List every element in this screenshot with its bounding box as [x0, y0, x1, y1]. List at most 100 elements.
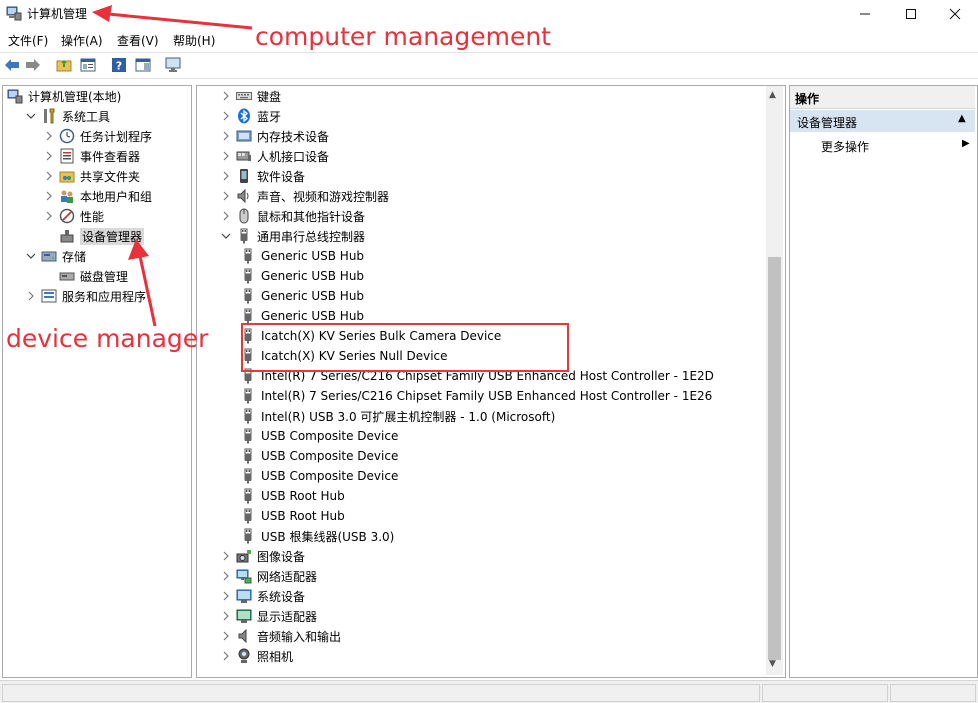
- device-category[interactable]: 照相机: [220, 646, 293, 666]
- nav-tree-item[interactable]: 性能: [43, 206, 104, 226]
- chevron-right-icon[interactable]: [220, 630, 232, 642]
- device-category[interactable]: 蓝牙: [220, 106, 281, 126]
- device-category[interactable]: 系统设备: [220, 586, 305, 606]
- forward-arrow-icon[interactable]: [24, 56, 42, 74]
- nav-tree-item[interactable]: 本地用户和组: [43, 186, 152, 206]
- device-label: USB Composite Device: [261, 429, 399, 443]
- nav-tree-item[interactable]: 系统工具: [25, 106, 110, 126]
- shared-folder-icon: [59, 168, 75, 184]
- device-item[interactable]: Generic USB Hub: [240, 266, 364, 286]
- chevron-right-icon[interactable]: [220, 130, 232, 142]
- annotation-device-manager: device manager: [6, 324, 209, 353]
- device-label: 鼠标和其他指针设备: [257, 209, 366, 224]
- device-category[interactable]: 通用串行总线控制器: [220, 226, 365, 246]
- chevron-right-icon[interactable]: [220, 650, 232, 662]
- chevron-right-icon[interactable]: [220, 190, 232, 202]
- collapse-up-icon[interactable]: ▲: [958, 113, 966, 124]
- menu-view[interactable]: 查看(V): [117, 32, 159, 49]
- chevron-down-icon[interactable]: [25, 110, 37, 122]
- monitor-icon[interactable]: [164, 56, 182, 74]
- actions-section-device-manager[interactable]: 设备管理器 ▲: [790, 110, 975, 132]
- scroll-up-icon[interactable]: ▲: [769, 90, 776, 100]
- device-item[interactable]: USB Root Hub: [240, 506, 345, 526]
- device-item[interactable]: USB Composite Device: [240, 426, 398, 446]
- device-category[interactable]: 内存技术设备: [220, 126, 329, 146]
- device-label: 人机接口设备: [257, 149, 330, 164]
- menu-file[interactable]: 文件(F): [8, 32, 48, 49]
- chevron-right-icon[interactable]: [220, 90, 232, 102]
- annotation-arrow-device-manager: [128, 239, 157, 327]
- device-item[interactable]: USB Composite Device: [240, 446, 398, 466]
- device-label: 蓝牙: [257, 109, 282, 124]
- device-category[interactable]: 图像设备: [220, 546, 305, 566]
- speaker-icon: [236, 188, 252, 204]
- chevron-right-icon[interactable]: [43, 190, 55, 202]
- device-item[interactable]: USB 根集线器(USB 3.0): [240, 526, 394, 546]
- nav-tree-item[interactable]: 事件查看器: [43, 146, 140, 166]
- chevron-down-icon[interactable]: [220, 230, 232, 242]
- menu-action[interactable]: 操作(A): [61, 32, 103, 49]
- device-category[interactable]: 键盘: [220, 86, 281, 106]
- device-label: USB 根集线器(USB 3.0): [261, 529, 395, 544]
- chevron-right-icon[interactable]: [220, 170, 232, 182]
- chevron-right-icon[interactable]: [43, 150, 55, 162]
- device-item[interactable]: USB Composite Device: [240, 466, 398, 486]
- status-segment-3: [890, 684, 976, 702]
- more-actions-item[interactable]: 更多操作: [821, 138, 869, 155]
- more-actions-label: 更多操作: [821, 140, 870, 154]
- device-item[interactable]: USB Root Hub: [240, 486, 345, 506]
- chevron-right-icon[interactable]: [220, 550, 232, 562]
- properties-icon[interactable]: [79, 56, 97, 74]
- nav-tree-item[interactable]: 共享文件夹: [43, 166, 140, 186]
- device-item[interactable]: Intel(R) USB 3.0 可扩展主机控制器 - 1.0 (Microso…: [240, 406, 555, 426]
- maximize-button[interactable]: [888, 0, 934, 28]
- chevron-right-icon[interactable]: [43, 170, 55, 182]
- nav-tree-item[interactable]: 计算机管理(本地): [7, 86, 121, 106]
- actions-pane: [789, 85, 978, 678]
- window-title: 计算机管理: [27, 7, 88, 21]
- chevron-down-icon[interactable]: [25, 250, 37, 262]
- chevron-right-icon[interactable]: [220, 590, 232, 602]
- nav-tree-label: 共享文件夹: [80, 169, 141, 184]
- menu-help[interactable]: 帮助(H): [173, 32, 215, 49]
- device-label: 网络适配器: [257, 569, 318, 584]
- device-category[interactable]: 显示适配器: [220, 606, 317, 626]
- chevron-right-icon[interactable]: [220, 210, 232, 222]
- device-category[interactable]: 声音、视频和游戏控制器: [220, 186, 389, 206]
- mouse-icon: [236, 208, 252, 224]
- device-item[interactable]: Generic USB Hub: [240, 286, 364, 306]
- chevron-right-icon[interactable]: [25, 290, 37, 302]
- device-category[interactable]: 网络适配器: [220, 566, 317, 586]
- chevron-right-icon[interactable]: [220, 570, 232, 582]
- scroll-down-icon[interactable]: ▼: [769, 659, 776, 669]
- device-category[interactable]: 音频输入和输出: [220, 626, 341, 646]
- usb-icon: [236, 228, 252, 244]
- chevron-right-icon[interactable]: [43, 130, 55, 142]
- chevron-right-icon[interactable]: [220, 150, 232, 162]
- device-label: Generic USB Hub: [261, 309, 365, 323]
- chevron-right-icon[interactable]: [43, 210, 55, 222]
- up-folder-icon[interactable]: [55, 56, 73, 74]
- nav-tree-item[interactable]: 磁盘管理: [43, 266, 128, 286]
- device-category[interactable]: 软件设备: [220, 166, 305, 186]
- device-item[interactable]: Generic USB Hub: [240, 246, 364, 266]
- computer-management-icon: [6, 5, 22, 21]
- device-category[interactable]: 人机接口设备: [220, 146, 329, 166]
- nav-tree-item[interactable]: 存储: [25, 246, 86, 266]
- scrollbar-thumb[interactable]: [768, 257, 781, 660]
- minimize-button[interactable]: [842, 0, 888, 28]
- device-category[interactable]: 鼠标和其他指针设备: [220, 206, 365, 226]
- device-item[interactable]: Intel(R) 7 Series/C216 Chipset Family US…: [240, 386, 712, 406]
- help-icon[interactable]: ?: [110, 56, 128, 74]
- chevron-right-icon[interactable]: [220, 110, 232, 122]
- nav-tree-item[interactable]: 任务计划程序: [43, 126, 152, 146]
- users-icon: [59, 188, 75, 204]
- chevron-right-icon[interactable]: [220, 610, 232, 622]
- device-label: 图像设备: [257, 549, 306, 564]
- close-button[interactable]: [932, 0, 978, 28]
- device-label: Generic USB Hub: [261, 249, 365, 263]
- nav-tree-label: 系统工具: [62, 109, 111, 124]
- back-arrow-icon[interactable]: [3, 56, 21, 74]
- show-hide-icon[interactable]: [134, 56, 152, 74]
- usb-icon: [240, 408, 256, 424]
